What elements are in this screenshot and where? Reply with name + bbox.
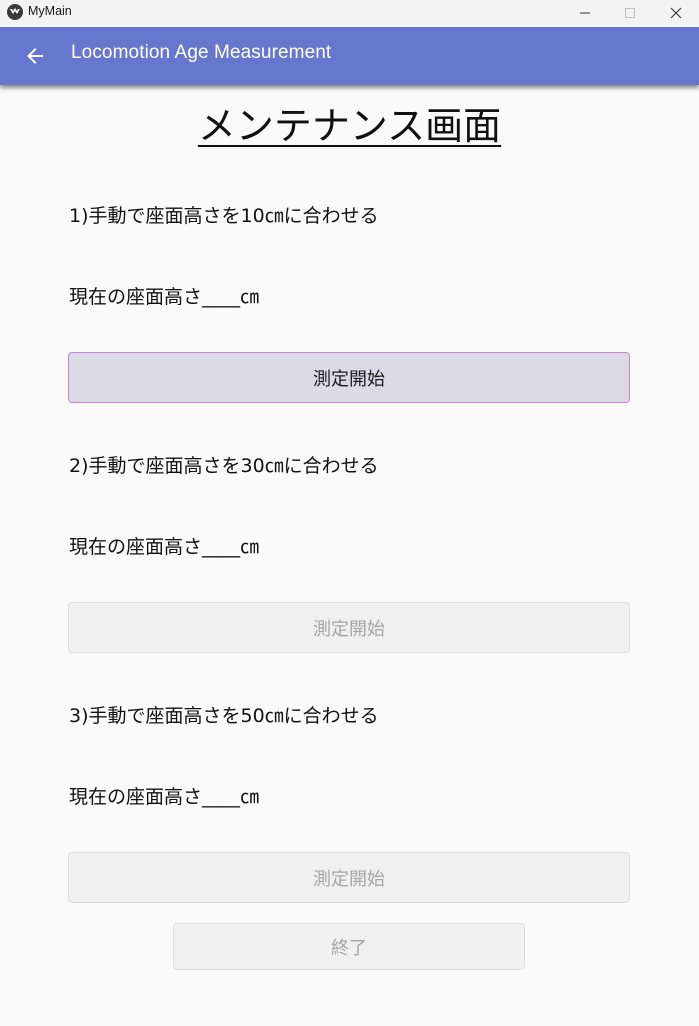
close-icon: [670, 7, 682, 19]
close-button[interactable]: [653, 0, 699, 26]
page-title: メンテナンス画面: [197, 104, 502, 148]
app-bird-icon: [7, 4, 23, 20]
step-2-start-measurement-button[interactable]: 測定開始: [68, 602, 630, 653]
maximize-icon: [625, 8, 635, 18]
step-2-current-height: 現在の座面高さ____㎝: [69, 536, 260, 558]
step-3-current-height: 現在の座面高さ____㎝: [69, 786, 260, 808]
minimize-button[interactable]: [562, 0, 608, 26]
step-3-start-measurement-button[interactable]: 測定開始: [68, 852, 630, 903]
step-1-start-measurement-button[interactable]: 測定開始: [68, 352, 630, 403]
arrow-left-icon: [27, 48, 43, 64]
app-bar: Locomotion Age Measurement: [0, 27, 699, 85]
exit-button[interactable]: 終了: [173, 923, 525, 970]
minimize-icon: [580, 12, 590, 14]
step-1-current-height: 現在の座面高さ____㎝: [69, 286, 260, 308]
step-3-instruction: 3)手動で座面高さを50㎝に合わせる: [69, 705, 379, 727]
step-2-instruction: 2)手動で座面高さを30㎝に合わせる: [69, 455, 379, 477]
window-titlebar: MyMain: [0, 0, 699, 26]
back-button[interactable]: [16, 37, 54, 75]
window-title: MyMain: [28, 4, 72, 18]
app-bar-title: Locomotion Age Measurement: [71, 42, 332, 63]
maximize-button[interactable]: [607, 0, 653, 26]
step-1-instruction: 1)手動で座面高さを10㎝に合わせる: [69, 205, 379, 227]
